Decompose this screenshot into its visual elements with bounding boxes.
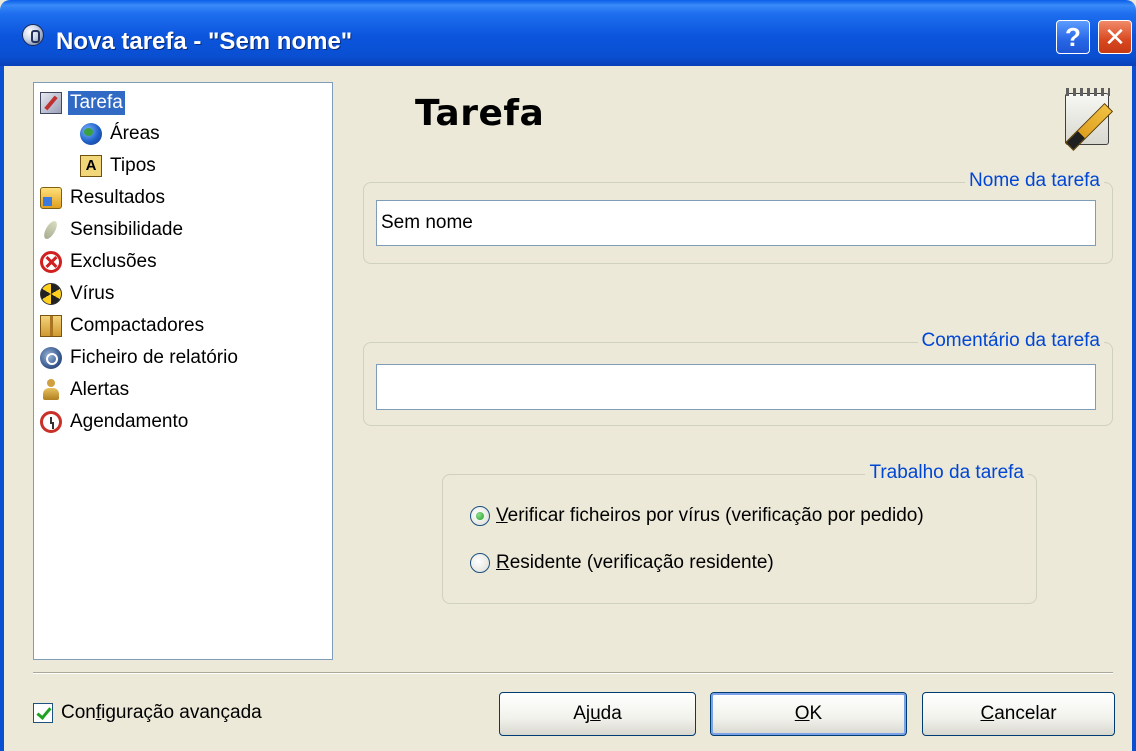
tree-item-label: Ficheiro de relatório [70, 347, 238, 368]
tree-item-sensibilidade[interactable]: Sensibilidade [40, 216, 185, 244]
footer-separator [33, 672, 1113, 674]
tree-item-label: Vírus [70, 283, 115, 304]
app-lock-icon [22, 24, 44, 46]
tree-item-ficheiro-relatorio[interactable]: Ficheiro de relatório [40, 344, 240, 372]
tree-item-label: Tarefa [68, 91, 125, 115]
tree-item-alertas[interactable]: Alertas [40, 376, 131, 404]
box-icon [40, 315, 62, 337]
tree-item-areas[interactable]: Áreas [80, 120, 162, 148]
title-bar: Nova tarefa - "Sem nome" ? ✕ [0, 0, 1136, 66]
help-button[interactable]: ? [1056, 20, 1090, 54]
window-title: Nova tarefa - "Sem nome" [56, 28, 353, 55]
radio-label: Verificar ficheiros por vírus (verificaç… [496, 505, 924, 526]
radio-button-checked[interactable] [470, 506, 490, 526]
tree-item-exclusoes[interactable]: Exclusões [40, 248, 159, 276]
settings-tree[interactable]: Tarefa Áreas A Tipos Resultados Sensibil… [33, 82, 333, 660]
tree-item-virus[interactable]: Vírus [40, 280, 116, 308]
task-comment-input[interactable] [376, 364, 1096, 410]
types-icon: A [80, 155, 102, 177]
checkbox-label: Configuração avançada [61, 702, 262, 723]
task-name-legend: Nome da tarefa [965, 170, 1104, 192]
checkbox-checked[interactable] [33, 703, 53, 723]
tree-item-tipos[interactable]: A Tipos [80, 152, 158, 180]
tree-item-label: Alertas [70, 379, 130, 400]
help-dialog-button[interactable]: Ajuda [499, 692, 696, 736]
tree-item-label: Resultados [70, 187, 166, 208]
results-icon [40, 187, 62, 209]
feather-icon [40, 219, 62, 241]
task-comment-legend: Comentário da tarefa [917, 330, 1104, 352]
clock-icon [40, 411, 62, 433]
radio-resident[interactable]: Residente (verificação residente) [470, 552, 774, 574]
tree-item-label: Sensibilidade [70, 219, 184, 240]
tree-item-label: Agendamento [70, 411, 189, 432]
globe-icon [80, 123, 102, 145]
notepad-icon [1063, 87, 1127, 152]
exclude-icon [40, 251, 62, 273]
tree-item-label: Exclusões [70, 251, 157, 272]
tree-item-label: Áreas [110, 123, 160, 144]
radio-scan-on-demand[interactable]: Verificar ficheiros por vírus (verificaç… [470, 505, 924, 527]
ok-button[interactable]: OK [710, 692, 907, 736]
advanced-config-checkbox[interactable]: Configuração avançada [33, 702, 262, 724]
cancel-button[interactable]: Cancelar [922, 692, 1115, 736]
task-name-input[interactable]: Sem nome [376, 200, 1096, 246]
tree-item-tarefa[interactable]: Tarefa [40, 89, 125, 117]
tree-item-agendamento[interactable]: Agendamento [40, 408, 190, 436]
radio-button[interactable] [470, 553, 490, 573]
radio-label: Residente (verificação residente) [496, 552, 774, 573]
virus-icon [40, 283, 62, 305]
tree-item-compactadores[interactable]: Compactadores [40, 312, 206, 340]
task-work-legend: Trabalho da tarefa [865, 462, 1028, 484]
report-icon [40, 347, 62, 369]
alert-icon [40, 379, 62, 401]
close-button[interactable]: ✕ [1098, 20, 1132, 54]
tree-item-label: Tipos [110, 155, 156, 176]
tree-item-label: Compactadores [70, 315, 205, 336]
tree-item-resultados[interactable]: Resultados [40, 184, 167, 212]
edit-icon [40, 92, 62, 114]
page-title: Tarefa [415, 93, 545, 134]
task-work-group: Trabalho da tarefa [442, 462, 1037, 604]
